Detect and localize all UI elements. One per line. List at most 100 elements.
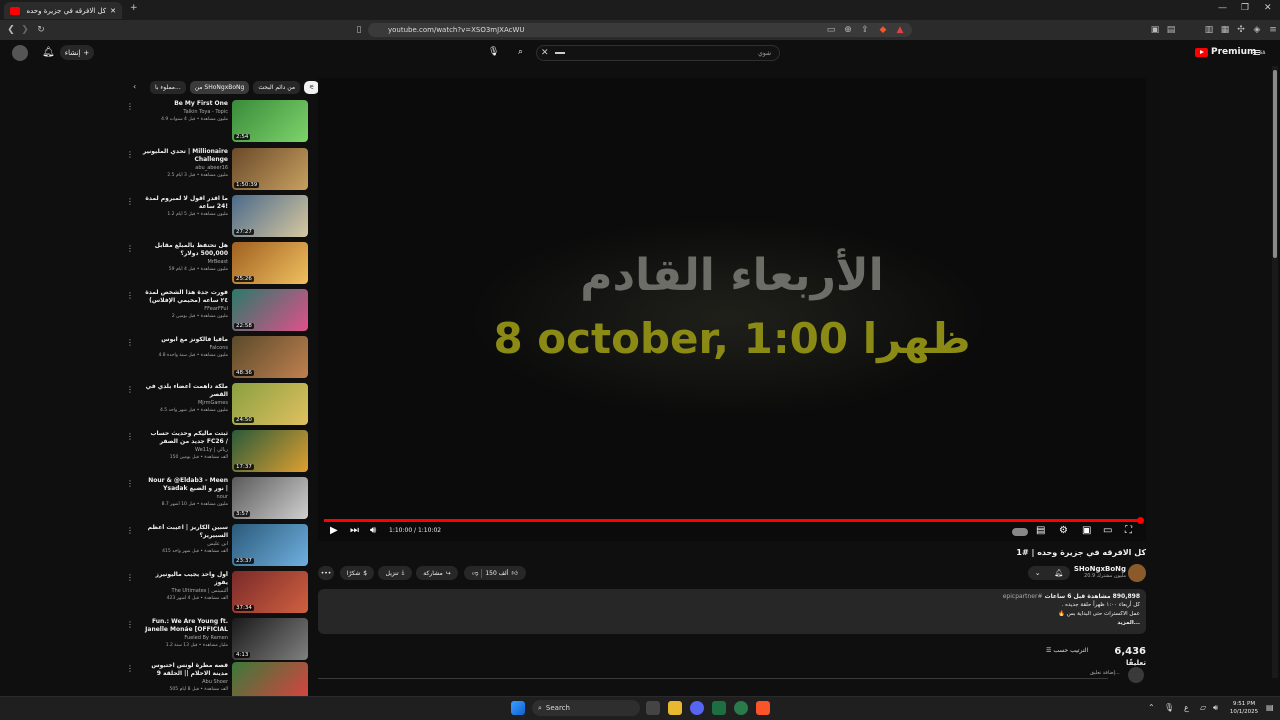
recommendation-channel[interactable]: Abu Shoer — [142, 678, 228, 686]
sort-comments-button[interactable]: ☰ الترتيب حسب — [1046, 647, 1088, 654]
new-tab-button[interactable]: + — [130, 3, 138, 13]
rewards-icon[interactable]: ▲ — [895, 25, 905, 35]
recommendation-channel[interactable]: nour — [142, 493, 228, 501]
recommendation-channel[interactable]: We11y | ريالي — [142, 446, 228, 454]
tray-chevron-icon[interactable]: ⌃ — [1148, 703, 1155, 712]
recommendation-title[interactable]: قصه مطرة لونس اختبوس مدينة الاحلام || ال… — [142, 662, 228, 678]
maximize-button[interactable]: ❐ — [1241, 3, 1249, 13]
channel-name[interactable]: SHoNgxBoNg — [1066, 565, 1126, 573]
back-icon[interactable]: ❮ — [6, 25, 16, 35]
more-options-icon[interactable]: ⋮ — [126, 150, 134, 159]
more-options-icon[interactable]: ⋮ — [126, 102, 134, 111]
recommendation-channel[interactable]: Falcons — [142, 344, 228, 352]
extension-icon-1[interactable]: ▣ — [1150, 25, 1160, 35]
video-thumbnail[interactable]: 37:34 — [232, 571, 308, 613]
taskbar-clock[interactable]: 9:51 PM 10/1/2025 — [1226, 700, 1262, 716]
download-button[interactable]: تنزيل ⤓ — [378, 566, 412, 580]
zoom-icon[interactable]: ⊕ — [843, 25, 853, 35]
tab-close-icon[interactable]: ✕ — [110, 7, 116, 15]
recommendation-title[interactable]: أول واحد يجيب ماليونيرز يفوز — [142, 571, 228, 587]
video-thumbnail[interactable]: 48:36 — [232, 336, 308, 378]
speaker-icon[interactable]: 🔊︎ — [1213, 703, 1218, 713]
task-view-icon[interactable] — [646, 701, 660, 715]
hamburger-menu-icon[interactable]: ≡ — [1252, 46, 1261, 59]
brave-shield-icon[interactable]: ◆ — [878, 25, 888, 35]
recommendation-title[interactable]: Fun.: We Are Young ft. Janelle Monáe [OF… — [142, 618, 228, 634]
show-more-link[interactable]: ...المزيد — [1117, 620, 1140, 626]
browser-tab[interactable]: كل الافرقه في جزيرة وحده | #1 - ✕ — [4, 2, 122, 19]
close-window-button[interactable]: ✕ — [1264, 3, 1272, 13]
recommendation-item[interactable]: 37:34 ⋮ أول واحد يجيب ماليونيرز يفوز The Ul… — [124, 571, 310, 615]
account-avatar[interactable] — [12, 45, 28, 61]
recommendation-item[interactable]: 2:54 ⋮ Be My First One Talkin Toya - Topic 4… — [124, 100, 310, 144]
recommendation-channel[interactable]: MrBeast — [142, 258, 228, 266]
video-thumbnail[interactable]: 24:50 — [232, 383, 308, 425]
autoplay-toggle[interactable] — [1012, 528, 1028, 536]
settings-gear-icon[interactable]: ⚙ — [1059, 526, 1068, 536]
more-options-icon[interactable]: ⋮ — [126, 573, 134, 582]
recommendation-title[interactable]: تحدي المليونير | Millionaire Challenge — [142, 148, 228, 164]
channel-info[interactable]: SHoNgxBoNg 20.9 مليون مشترك — [1066, 565, 1126, 579]
excel-icon[interactable] — [712, 701, 726, 715]
network-icon[interactable]: ▱ — [1200, 703, 1206, 712]
volume-icon[interactable]: 🔊︎ — [370, 526, 376, 536]
more-options-icon[interactable]: ⋮ — [126, 338, 134, 347]
brave-browser-icon[interactable] — [756, 701, 770, 715]
recommendation-channel[interactable]: Fueled By Ramen — [142, 634, 228, 642]
more-options-icon[interactable]: ⋮ — [126, 620, 134, 629]
recommendation-title[interactable]: ما اقدر اقول لا لمبروم لمدة 24 ساعة! — [142, 195, 228, 211]
sidebar-icon[interactable]: ▥ — [1204, 25, 1214, 35]
recommendation-item[interactable]: 4:13 ⋮ Fun.: We Are Young ft. Janelle Moná… — [124, 618, 310, 662]
recommendation-item[interactable]: 25:26 ⋮ هل تحتفظ بالمبلغ مقابل 500,000 دول… — [124, 242, 310, 286]
chip-0[interactable]: من دائم البحث — [253, 80, 301, 94]
more-options-icon[interactable]: ⋮ — [126, 664, 134, 673]
progress-scrubber[interactable] — [1137, 517, 1144, 524]
search-icon[interactable]: ⌕ — [518, 47, 523, 57]
recommendation-item[interactable]: 1:50:39 ⋮ تحدي المليونير | Millionaire Cha… — [124, 148, 310, 192]
video-thumbnail[interactable]: 1:50:39 — [232, 148, 308, 190]
more-options-icon[interactable]: ⋮ — [126, 244, 134, 253]
recommendation-channel[interactable]: ابن عليس — [142, 540, 228, 548]
cast-icon[interactable]: ▭ — [826, 25, 836, 35]
description-box[interactable]: 890,898 مشاهدة قبل 6 ساعات #epicpartner … — [318, 589, 1146, 634]
recommendation-item[interactable]: 17:37 ⋮ ثبتت ماليكم وحديث حساب جديد من الص… — [124, 430, 310, 474]
notification-icon[interactable]: ▤ — [1266, 703, 1274, 712]
recommendation-title[interactable]: ملكة داهمت أعضاء بلدي في القصر — [142, 383, 228, 399]
video-thumbnail[interactable]: 23:37 — [232, 524, 308, 566]
create-button[interactable]: إنشاء + — [60, 45, 94, 60]
video-thumbnail[interactable]: 22:58 — [232, 289, 308, 331]
hashtag-link[interactable]: #epicpartner — [1003, 593, 1043, 600]
scrollbar-thumb[interactable] — [1273, 70, 1277, 258]
recommendation-title[interactable]: مافيا فالكونز مع ابوس — [142, 336, 228, 344]
menu-icon[interactable]: ≡ — [1268, 25, 1278, 35]
channel-avatar[interactable] — [1128, 564, 1146, 582]
more-actions-button[interactable]: ••• — [318, 566, 334, 580]
recommendation-item[interactable]: 22:58 ⋮ فورت جدة هذا الشخص لمدة ٢٤ ساعه (م… — [124, 289, 310, 333]
next-icon[interactable]: ⏭︎ — [350, 526, 359, 536]
recommendation-item[interactable]: 23:37 ⋮ سبين الكاريز | اعيبت أعظم السبيريز… — [124, 524, 310, 568]
reload-icon[interactable]: ↻ — [36, 25, 46, 35]
like-dislike-button[interactable]: 👎︎ 150 ألف 👍︎ — [464, 566, 526, 580]
language-indicator[interactable]: ع — [1184, 703, 1189, 712]
recommendation-title[interactable]: فورت جدة هذا الشخص لمدة ٢٤ ساعه (مخيمي ا… — [142, 289, 228, 305]
recommendation-item[interactable]: 48:36 ⋮ مافيا فالكونز مع ابوس Falcons 4.8 مل… — [124, 336, 310, 380]
forward-icon[interactable]: ❯ — [20, 25, 30, 35]
like-icon[interactable]: 👍︎ — [511, 569, 517, 577]
notifications-bell-icon[interactable]: 🔔︎ — [42, 47, 55, 58]
keyboard-icon[interactable] — [555, 52, 565, 54]
recommendation-item[interactable]: 27:27 ⋮ ما اقدر اقول لا لمبروم لمدة 24 ساع… — [124, 195, 310, 239]
more-options-icon[interactable]: ⋮ — [126, 197, 134, 206]
file-explorer-icon[interactable] — [668, 701, 682, 715]
more-options-icon[interactable]: ⋮ — [126, 385, 134, 394]
thanks-button[interactable]: شكرًا $ — [340, 566, 374, 580]
chip-2[interactable]: مملوء با... — [150, 80, 186, 94]
miniplayer-icon[interactable]: ▣ — [1082, 526, 1091, 536]
theater-mode-icon[interactable]: ▭ — [1103, 526, 1112, 536]
recommendation-title[interactable]: سبين الكاريز | اعيبت أعظم السبيريز؟ — [142, 524, 228, 540]
fullscreen-icon[interactable]: ⛶ — [1125, 526, 1132, 536]
more-options-icon[interactable]: ⋮ — [126, 291, 134, 300]
recommendation-title[interactable]: ثبتت ماليكم وحديث حساب جديد من الصفر FC2… — [142, 430, 228, 446]
video-thumbnail[interactable]: 4:13 — [232, 618, 308, 660]
recommendation-title[interactable]: هل تحتفظ بالمبلغ مقابل 500,000 دولار؟ — [142, 242, 228, 258]
video-thumbnail[interactable]: 2:54 — [232, 100, 308, 142]
